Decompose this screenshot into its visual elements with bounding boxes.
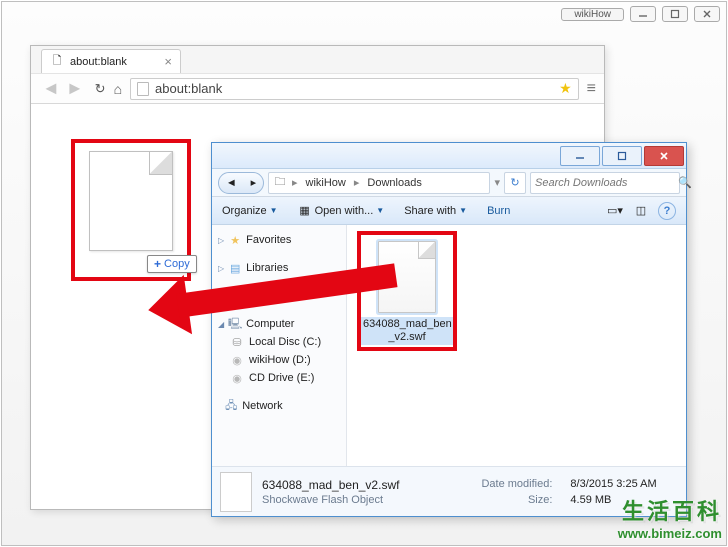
chevron-down-icon: ▷ — [218, 236, 224, 245]
folder-icon: 🗀 — [273, 176, 287, 190]
outer-titlebar: wikiHow — [561, 6, 720, 22]
chevron-down-icon: ▼ — [270, 206, 278, 215]
sidebar-item-wikihow-drive[interactable]: ◉wikiHow (D:) — [212, 351, 346, 369]
explorer-toolbar: Organize▼ ▦Open with...▼ Share with▼ Bur… — [212, 197, 686, 225]
watermark: 生活百科 www.bimeiz.com — [618, 494, 722, 541]
disk-icon: ⛁ — [230, 335, 244, 349]
url-box[interactable]: ★ — [130, 78, 579, 100]
breadcrumb[interactable]: 🗀 ▸ wikiHow ▸ Downloads — [268, 172, 490, 194]
explorer-body: ▷★Favorites ▷▤Libraries ⌂Homegroup ◢🖳Com… — [212, 225, 686, 466]
details-date-value: 8/3/2015 3:25 AM — [570, 478, 678, 492]
url-input[interactable] — [155, 81, 553, 96]
page-icon — [137, 82, 149, 96]
file-thumbnail[interactable] — [378, 241, 436, 313]
chevron-right-icon — [218, 292, 220, 301]
explorer-search-input[interactable] — [535, 177, 678, 189]
toolbar-organize[interactable]: Organize▼ — [222, 205, 278, 217]
back-button[interactable]: ◄ — [39, 78, 63, 99]
sidebar-item-favorites[interactable]: ▷★Favorites — [212, 231, 346, 249]
details-filename: 634088_mad_ben_v2.swf — [262, 478, 442, 492]
sidebar-item-local-disk[interactable]: ⛁Local Disc (C:) — [212, 333, 346, 351]
explorer-address-row: ◄▸ 🗀 ▸ wikiHow ▸ Downloads ▾ ↻ 🔍 — [212, 169, 686, 197]
tab-strip: 🗋 about:blank × — [31, 46, 604, 74]
help-button[interactable]: ? — [658, 202, 676, 220]
chevron-down-icon: ▷ — [218, 264, 224, 273]
chevron-right-icon — [218, 402, 220, 411]
preview-pane-button[interactable]: ◫ — [632, 202, 650, 220]
explorer-window: ◄▸ 🗀 ▸ wikiHow ▸ Downloads ▾ ↻ 🔍 Organiz… — [211, 142, 687, 517]
highlight-dropzone: + Copy — [71, 139, 191, 281]
libraries-icon: ▤ — [228, 261, 242, 275]
bookmark-star-icon[interactable]: ★ — [559, 80, 572, 97]
explorer-sidebar: ▷★Favorites ▷▤Libraries ⌂Homegroup ◢🖳Com… — [212, 225, 347, 466]
explorer-refresh-button[interactable]: ↻ — [504, 172, 526, 194]
breadcrumb-folder[interactable]: Downloads — [364, 177, 424, 189]
plus-icon: + — [154, 257, 161, 271]
sidebar-item-computer[interactable]: ◢🖳Computer — [212, 315, 346, 333]
explorer-file-pane[interactable]: 634088_mad_ben_v2.swf — [347, 225, 686, 466]
toolbar-open-with[interactable]: ▦Open with...▼ — [298, 204, 385, 218]
sidebar-item-network[interactable]: 🖧Network — [212, 397, 346, 415]
toolbar-share-with[interactable]: Share with▼ — [404, 205, 467, 217]
view-options-button[interactable]: ▭▾ — [606, 202, 624, 220]
star-icon: ★ — [228, 233, 242, 247]
explorer-nav-buttons[interactable]: ◄▸ — [218, 172, 264, 194]
explorer-titlebar[interactable] — [212, 143, 686, 169]
explorer-maximize-button[interactable] — [602, 146, 642, 166]
disc-icon: ◉ — [230, 353, 244, 367]
copy-label: Copy — [164, 258, 190, 270]
disc-icon: ◉ — [230, 371, 244, 385]
explorer-search-box[interactable]: 🔍 — [530, 172, 680, 194]
explorer-minimize-button[interactable] — [560, 146, 600, 166]
chevron-down-icon: ◢ — [218, 320, 224, 329]
computer-icon: 🖳 — [228, 317, 242, 331]
minimize-button[interactable] — [630, 6, 656, 22]
tab-title: about:blank — [70, 56, 127, 68]
highlight-file-selection: 634088_mad_ben_v2.swf — [357, 231, 457, 351]
menu-icon[interactable]: ≡ — [587, 80, 596, 98]
browser-tab[interactable]: 🗋 about:blank × — [41, 49, 181, 73]
close-button[interactable] — [694, 6, 720, 22]
toolbar-burn[interactable]: Burn — [487, 205, 510, 217]
details-thumbnail — [220, 472, 252, 512]
page-icon: 🗋 — [50, 55, 64, 69]
sidebar-item-cd-drive[interactable]: ◉CD Drive (E:) — [212, 369, 346, 387]
dragged-file-icon — [89, 151, 173, 251]
outer-window: wikiHow 🗋 about:blank × ◄ ► ↻ ⌂ ★ — [1, 1, 727, 546]
explorer-details-pane: 634088_mad_ben_v2.swf Date modified: 8/3… — [212, 466, 686, 516]
nav-arrows: ◄ ► — [39, 78, 87, 99]
sidebar-item-homegroup[interactable]: ⌂Homegroup — [212, 287, 346, 305]
sidebar-item-libraries[interactable]: ▷▤Libraries — [212, 259, 346, 277]
reload-button[interactable]: ↻ — [95, 81, 106, 97]
details-size-label: Size: — [460, 494, 552, 506]
details-date-label: Date modified: — [460, 478, 552, 492]
details-filetype: Shockwave Flash Object — [262, 494, 442, 506]
tab-close-icon[interactable]: × — [164, 54, 172, 69]
file-name[interactable]: 634088_mad_ben_v2.swf — [361, 317, 453, 345]
address-bar: ◄ ► ↻ ⌂ ★ ≡ — [31, 74, 604, 104]
copy-cursor-badge: + Copy — [147, 255, 197, 273]
chevron-down-icon: ▼ — [459, 206, 467, 215]
breadcrumb-root[interactable]: wikiHow — [303, 177, 349, 189]
home-button[interactable]: ⌂ — [114, 81, 122, 97]
explorer-close-button[interactable] — [644, 146, 684, 166]
watermark-url: www.bimeiz.com — [618, 526, 722, 541]
chevron-down-icon: ▼ — [376, 206, 384, 215]
network-icon: 🖧 — [224, 399, 238, 413]
forward-button[interactable]: ► — [63, 78, 87, 99]
app-label: wikiHow — [561, 8, 624, 21]
homegroup-icon: ⌂ — [224, 289, 238, 303]
maximize-button[interactable] — [662, 6, 688, 22]
search-icon: 🔍 — [678, 176, 692, 189]
app-icon: ▦ — [298, 204, 312, 218]
watermark-cn: 生活百科 — [618, 494, 722, 526]
